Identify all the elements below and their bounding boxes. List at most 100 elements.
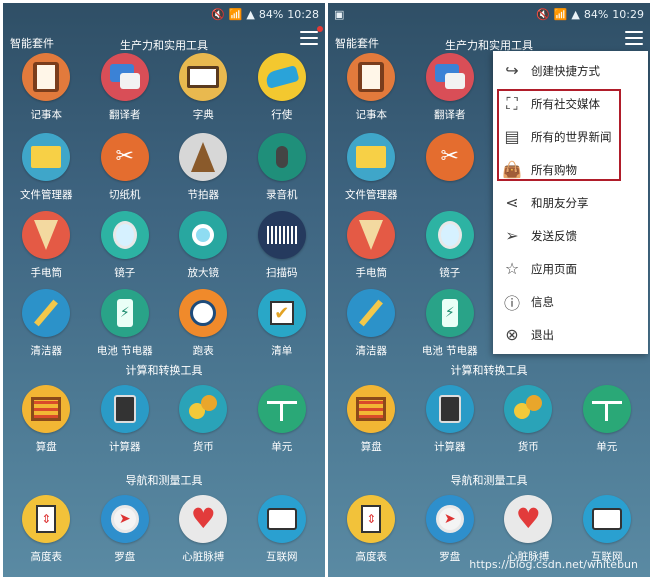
scale-icon <box>257 385 306 433</box>
menu-item-share[interactable]: ⋖ 和朋友分享 <box>493 186 648 219</box>
broom-icon <box>347 289 396 337</box>
tile-label: 电池 节电器 <box>96 345 153 357</box>
metronome-icon <box>179 133 228 181</box>
tile-currency[interactable]: 货币 <box>489 383 568 469</box>
tile-label: 行使 <box>271 109 293 121</box>
tile-barcode-scanner[interactable]: 扫描码 <box>243 203 322 281</box>
mirror-icon <box>425 211 474 259</box>
tile-altimeter[interactable]: ⇕ 高度表 <box>7 493 86 573</box>
tile-label: 扫描码 <box>266 267 298 279</box>
tile-label: 手电筒 <box>355 267 388 279</box>
tile-calculator[interactable]: 计算器 <box>411 383 490 469</box>
tile-unit-converter[interactable]: 单元 <box>568 383 647 469</box>
tile-label: 跑表 <box>192 345 214 357</box>
tile-abacus[interactable]: 算盘 <box>332 383 411 469</box>
phone-screen-right: ▣ 🔇 📶 ▲ 84% 10:29 智能套件 生产力和实用工具 记事本 翻译者 <box>328 3 650 577</box>
menu-item-label: 创建快捷方式 <box>531 63 600 78</box>
tile-internet[interactable]: 互联网 <box>243 493 322 573</box>
tile-heart-rate[interactable]: ♥ 心脏脉搏 <box>164 493 243 573</box>
tile-cleaner[interactable]: 清洁器 <box>7 281 86 359</box>
menu-item-info[interactable]: ⓘ 信息 <box>493 285 648 318</box>
translator-icon <box>425 53 474 101</box>
tile-exercise[interactable]: 行使 <box>243 49 322 125</box>
tile-currency[interactable]: 货币 <box>164 383 243 469</box>
scissors-icon: ✂ <box>425 133 474 181</box>
tile-unit-converter[interactable]: 单元 <box>243 383 322 469</box>
altimeter-icon: ⇕ <box>22 495 71 543</box>
tile-paper-cutter[interactable]: ✂ <box>411 125 490 203</box>
tile-label: 手电筒 <box>30 267 63 279</box>
tile-file-manager[interactable]: 文件管理器 <box>7 125 86 203</box>
altimeter-icon: ⇕ <box>347 495 396 543</box>
tile-notepad[interactable]: 记事本 <box>7 49 86 125</box>
tile-label: 清洁器 <box>355 345 388 357</box>
tile-dictionary[interactable]: 字典 <box>164 49 243 125</box>
section-title-calculation: 计算和转换工具 <box>450 364 528 377</box>
app-header: 智能套件 生产力和实用工具 <box>328 25 650 52</box>
tile-label: 罗盘 <box>439 551 461 563</box>
tile-label: 清单 <box>271 345 293 357</box>
tile-recorder[interactable]: 录音机 <box>243 125 322 203</box>
tile-label: 镜子 <box>114 267 136 279</box>
menu-icon[interactable] <box>300 31 318 45</box>
tile-label: 单元 <box>596 441 618 453</box>
tile-label: 翻译者 <box>109 109 141 121</box>
highlight-box <box>497 89 621 181</box>
tile-mirror[interactable]: 镜子 <box>411 203 490 281</box>
tile-altimeter[interactable]: ⇕ 高度表 <box>332 493 411 573</box>
shoe-icon <box>257 53 306 101</box>
tile-label: 单元 <box>271 441 293 453</box>
calculation-grid: 算盘 计算器 货币 单元 <box>328 383 650 469</box>
tile-label: 罗盘 <box>114 551 136 563</box>
menu-item-exit[interactable]: ⊗ 退出 <box>493 318 648 351</box>
tile-label: 清洁器 <box>30 345 63 357</box>
tile-label: 互联网 <box>266 551 298 563</box>
tile-label: 切纸机 <box>109 189 141 201</box>
tile-magnifier[interactable]: 放大镜 <box>164 203 243 281</box>
tile-label: 算盘 <box>360 441 382 453</box>
menu-icon[interactable] <box>625 31 643 45</box>
abacus-icon <box>347 385 396 433</box>
share-icon: ⋖ <box>505 193 519 212</box>
menu-item-create-shortcut[interactable]: ↪ 创建快捷方式 <box>493 54 648 87</box>
tile-translator[interactable]: 翻译者 <box>411 49 490 125</box>
tile-metronome[interactable]: 节拍器 <box>164 125 243 203</box>
wifi-icon: 📶 <box>228 7 243 21</box>
tile-label: 记事本 <box>355 109 388 121</box>
book-icon <box>179 53 228 101</box>
tile-mirror[interactable]: 镜子 <box>86 203 165 281</box>
tile-notepad[interactable]: 记事本 <box>332 49 411 125</box>
tile-compass[interactable]: ➤ 罗盘 <box>86 493 165 573</box>
translator-icon <box>100 53 149 101</box>
tile-calculator[interactable]: 计算器 <box>86 383 165 469</box>
menu-item-label: 信息 <box>531 294 554 309</box>
stopwatch-icon <box>179 289 228 337</box>
tile-cleaner[interactable]: 清洁器 <box>332 281 411 359</box>
tile-translator[interactable]: 翻译者 <box>86 49 165 125</box>
tile-battery-saver[interactable]: ⚡ 电池 节电器 <box>86 281 165 359</box>
clock-time: 10:29 <box>612 7 644 21</box>
tile-battery-saver[interactable]: ⚡ 电池 节电器 <box>411 281 490 359</box>
tile-flashlight[interactable]: 手电筒 <box>332 203 411 281</box>
calculator-icon <box>425 385 474 433</box>
tile-checklist[interactable]: ✔ 清单 <box>243 281 322 359</box>
tile-label: 货币 <box>517 441 539 453</box>
menu-item-app-page[interactable]: ☆ 应用页面 <box>493 252 648 285</box>
compass-icon: ➤ <box>100 495 149 543</box>
battery-level: 84% <box>258 7 284 21</box>
wifi-icon: 📶 <box>553 7 568 21</box>
tile-label: 翻译者 <box>434 109 466 121</box>
menu-item-feedback[interactable]: ➢ 发送反馈 <box>493 219 648 252</box>
menu-item-label: 退出 <box>531 327 554 342</box>
folder-icon <box>22 133 71 181</box>
compass-icon: ➤ <box>425 495 474 543</box>
heart-icon: ♥ <box>179 495 228 543</box>
tile-abacus[interactable]: 算盘 <box>7 383 86 469</box>
tile-flashlight[interactable]: 手电筒 <box>7 203 86 281</box>
tile-paper-cutter[interactable]: ✂ 切纸机 <box>86 125 165 203</box>
tile-file-manager[interactable]: 文件管理器 <box>332 125 411 203</box>
star-icon: ☆ <box>504 259 520 278</box>
tile-stopwatch[interactable]: 跑表 <box>164 281 243 359</box>
tile-label: 心脏脉搏 <box>182 551 225 563</box>
notepad-icon <box>22 53 71 101</box>
